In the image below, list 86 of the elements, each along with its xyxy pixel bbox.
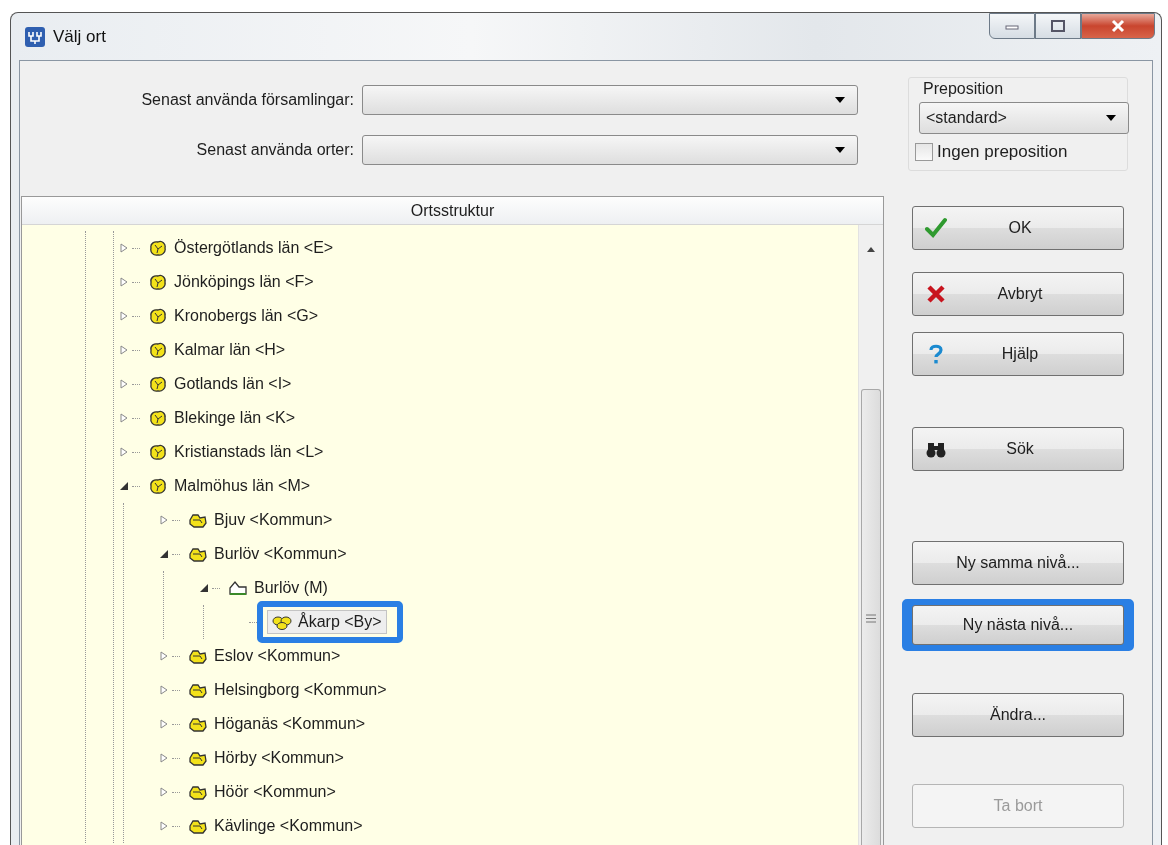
- expand-icon[interactable]: [159, 787, 169, 797]
- app-icon: [25, 26, 45, 47]
- dropdown-arrow-icon: [835, 97, 845, 103]
- region-group-icon: [188, 681, 208, 699]
- tree-item[interactable]: Blekinge län <K>: [143, 406, 300, 430]
- tree-item[interactable]: Kronobergs län <G>: [143, 304, 324, 328]
- button: Ta bort: [912, 784, 1124, 828]
- tree-item[interactable]: Malmöhus län <M>: [143, 474, 316, 498]
- column-header: Ortsstruktur: [22, 197, 883, 225]
- expand-icon[interactable]: [159, 753, 169, 763]
- expand-icon[interactable]: [119, 379, 129, 389]
- button[interactable]: Avbryt: [912, 272, 1124, 316]
- expand-icon[interactable]: [159, 821, 169, 831]
- tree-item[interactable]: Burlöv <Kommun>: [183, 542, 352, 566]
- tree-item[interactable]: Kävlinge <Kommun>: [183, 814, 368, 838]
- tree-item[interactable]: Kalmar län <H>: [143, 338, 291, 362]
- checkbox-label: Ingen preposition: [937, 142, 1068, 162]
- button[interactable]: Hjälp: [912, 332, 1124, 376]
- tree-item[interactable]: Åkarp <By>: [267, 610, 387, 634]
- tree-item[interactable]: Höganäs <Kommun>: [183, 712, 371, 736]
- maximize-button[interactable]: [1035, 13, 1081, 39]
- region-group-icon: [188, 749, 208, 767]
- region-icon: [148, 477, 168, 495]
- field-label: Senast använda orter:: [195, 141, 355, 159]
- close-button[interactable]: [1081, 13, 1155, 39]
- cross-icon: [925, 283, 947, 305]
- collapse-icon[interactable]: [199, 583, 209, 593]
- dropdown[interactable]: <standard>: [919, 102, 1129, 134]
- expand-icon[interactable]: [119, 447, 129, 457]
- collapse-icon[interactable]: [119, 481, 129, 491]
- grip-icon: [866, 613, 876, 623]
- region-icon: [148, 273, 168, 291]
- check-icon: [925, 217, 947, 239]
- dropdown-arrow-icon: [1106, 115, 1116, 121]
- house-outline-icon: [228, 579, 248, 597]
- region-icon: [148, 239, 168, 257]
- tree-item[interactable]: Jönköpings län <F>: [143, 270, 319, 294]
- tree-item[interactable]: Kristianstads län <L>: [143, 440, 329, 464]
- button[interactable]: Ny samma nivå...: [912, 541, 1124, 585]
- tree-item[interactable]: Burlöv (M): [223, 576, 333, 600]
- expand-icon[interactable]: [119, 277, 129, 287]
- tree-item[interactable]: Hörby <Kommun>: [183, 746, 349, 770]
- ovals-icon: [272, 613, 292, 631]
- field-label: Senast använda församlingar:: [140, 91, 355, 109]
- dropdown-arrow-icon: [835, 147, 845, 153]
- expand-icon[interactable]: [119, 413, 129, 423]
- scrollbar[interactable]: [858, 225, 883, 845]
- region-icon: [148, 409, 168, 427]
- button[interactable]: Ändra...: [912, 693, 1124, 737]
- button[interactable]: Sök: [912, 427, 1124, 471]
- expand-icon[interactable]: [159, 651, 169, 661]
- region-icon: [148, 375, 168, 393]
- region-group-icon: [188, 783, 208, 801]
- region-icon: [148, 307, 168, 325]
- scroll-up-icon[interactable]: [866, 245, 876, 253]
- tree-item[interactable]: Bjuv <Kommun>: [183, 508, 338, 532]
- region-icon: [148, 341, 168, 359]
- tree-item[interactable]: Östergötlands län <E>: [143, 236, 339, 260]
- region-icon: [148, 443, 168, 461]
- minimize-button[interactable]: [989, 13, 1035, 39]
- tree-item[interactable]: Gotlands län <I>: [143, 372, 297, 396]
- expand-icon[interactable]: [159, 719, 169, 729]
- restore-icon: [1050, 19, 1066, 33]
- tree-item[interactable]: Höör <Kommun>: [183, 780, 341, 804]
- expand-icon[interactable]: [159, 685, 169, 695]
- region-group-icon: [188, 545, 208, 563]
- region-group-icon: [188, 647, 208, 665]
- region-group-icon: [188, 511, 208, 529]
- button[interactable]: OK: [912, 206, 1124, 250]
- expand-icon[interactable]: [119, 311, 129, 321]
- button[interactable]: Ny nästa nivå...: [912, 605, 1124, 645]
- expand-icon[interactable]: [119, 243, 129, 253]
- tree-item[interactable]: Eslov <Kommun>: [183, 644, 346, 668]
- expand-icon[interactable]: [119, 345, 129, 355]
- scroll-thumb[interactable]: [861, 389, 881, 845]
- region-group-icon: [188, 817, 208, 835]
- dropdown[interactable]: [362, 85, 858, 115]
- close-icon: [1110, 19, 1126, 33]
- collapse-icon[interactable]: [159, 549, 169, 559]
- dropdown[interactable]: [362, 135, 858, 165]
- group-label: Preposition: [923, 80, 1005, 98]
- checkbox[interactable]: [915, 143, 933, 161]
- region-group-icon: [188, 715, 208, 733]
- expand-icon[interactable]: [159, 515, 169, 525]
- window-title: Välj ort: [53, 26, 106, 47]
- tree-item[interactable]: Helsingborg <Kommun>: [183, 678, 392, 702]
